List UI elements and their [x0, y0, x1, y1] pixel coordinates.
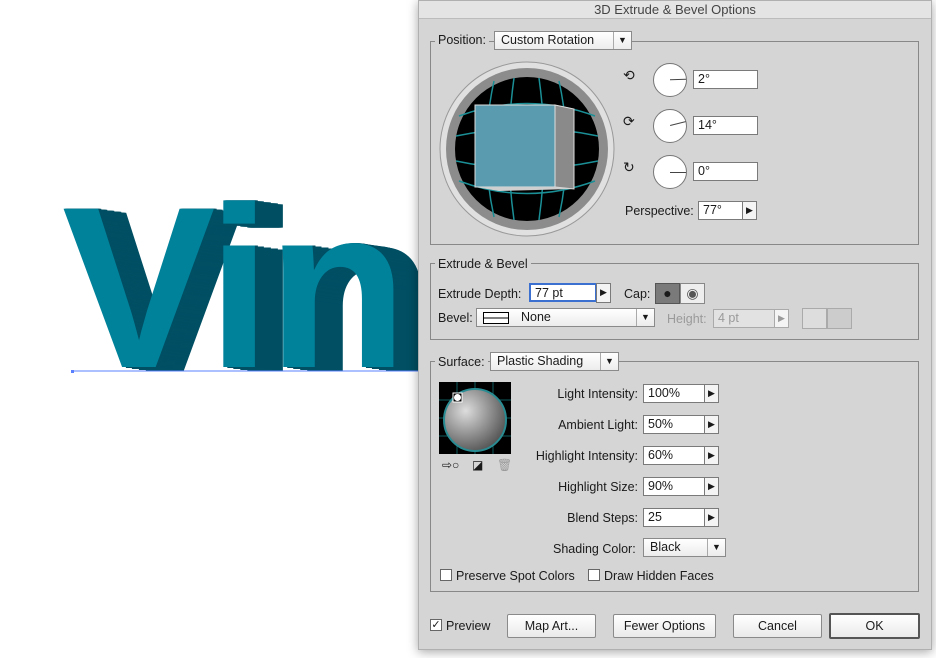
blend-steps-slider-button[interactable]: ▶ — [704, 508, 719, 527]
z-rotation-dial[interactable] — [653, 155, 687, 189]
preserve-spot-colors-checkbox[interactable] — [440, 569, 452, 581]
ok-button[interactable]: OK — [829, 613, 920, 639]
new-light-icon[interactable]: ◪ — [472, 458, 483, 472]
extrude-depth-slider-button[interactable]: ▶ — [596, 283, 611, 303]
x-axis-rotate-icon: ⟲ — [623, 67, 635, 83]
bevel-height-input[interactable]: 4 pt — [713, 309, 775, 328]
preserve-spot-colors-label: Preserve Spot Colors — [456, 569, 575, 583]
x-rotation-dial[interactable] — [653, 63, 687, 97]
y-rotation-dial[interactable] — [653, 109, 687, 143]
dialog-title: 3D Extrude & Bevel Options — [419, 1, 931, 19]
chevron-down-icon: ▼ — [636, 309, 654, 326]
bevel-label: Bevel: — [438, 311, 473, 325]
z-axis-rotate-icon: ↻ — [623, 159, 635, 175]
chevron-down-icon: ▼ — [707, 539, 725, 556]
move-light-back-icon[interactable]: ⇨○ — [442, 458, 459, 472]
chevron-down-icon: ▼ — [613, 32, 631, 49]
light-intensity-label: Light Intensity: — [557, 387, 638, 401]
height-label: Height: — [667, 312, 707, 326]
ambient-light-slider-button[interactable]: ▶ — [704, 415, 719, 434]
extrude-depth-input[interactable]: 77 pt — [529, 283, 597, 302]
cap-off-button[interactable]: ◉ — [680, 283, 705, 304]
cancel-button[interactable]: Cancel — [733, 614, 822, 638]
lighting-sphere-preview[interactable] — [439, 382, 511, 454]
extrude-bevel-heading: Extrude & Bevel — [435, 257, 531, 271]
artwork-baseline — [71, 370, 420, 373]
surface-select[interactable]: Plastic Shading ▼ — [490, 352, 619, 371]
perspective-input[interactable]: 77° — [698, 201, 743, 220]
y-axis-rotate-icon: ⟳ — [623, 113, 635, 129]
surface-label: Surface: — [435, 355, 488, 369]
extrude-bevel-dialog: 3D Extrude & Bevel Options Position: Cus… — [418, 0, 932, 650]
highlight-intensity-label: Highlight Intensity: — [535, 449, 638, 463]
perspective-label: Perspective: — [625, 204, 694, 218]
bevel-select[interactable]: None ▼ — [476, 308, 655, 327]
rotation-track-cube[interactable] — [439, 61, 615, 237]
perspective-slider-button[interactable]: ▶ — [742, 201, 757, 220]
preview-label: Preview — [446, 619, 491, 633]
fewer-options-button[interactable]: Fewer Options — [613, 614, 716, 638]
blend-steps-label: Blend Steps: — [567, 511, 638, 525]
position-select[interactable]: Custom Rotation ▼ — [494, 31, 632, 50]
shading-color-label: Shading Color: — [553, 542, 636, 556]
chevron-down-icon: ▼ — [600, 353, 618, 370]
ambient-light-input[interactable]: 50% — [643, 415, 705, 434]
highlight-intensity-input[interactable]: 60% — [643, 446, 705, 465]
light-intensity-input[interactable]: 100% — [643, 384, 705, 403]
draw-hidden-faces-checkbox[interactable] — [588, 569, 600, 581]
y-rotation-input[interactable]: 14° — [693, 116, 758, 135]
light-intensity-slider-button[interactable]: ▶ — [704, 384, 719, 403]
cap-on-button[interactable]: ● — [655, 283, 680, 304]
draw-hidden-faces-label: Draw Hidden Faces — [604, 569, 714, 583]
preview-checkbox[interactable]: ✓ — [430, 619, 442, 631]
cap-label: Cap: — [624, 287, 651, 301]
map-art-button[interactable]: Map Art... — [507, 614, 596, 638]
delete-light-icon[interactable]: 🗑 — [497, 458, 512, 472]
shading-color-select[interactable]: Black ▼ — [643, 538, 726, 557]
bevel-height-slider-button[interactable]: ▶ — [774, 309, 789, 328]
highlight-size-slider-button[interactable]: ▶ — [704, 477, 719, 496]
blend-steps-input[interactable]: 25 — [643, 508, 705, 527]
highlight-intensity-slider-button[interactable]: ▶ — [704, 446, 719, 465]
bevel-none-icon — [483, 312, 509, 324]
ambient-light-label: Ambient Light: — [558, 418, 638, 432]
z-rotation-input[interactable]: 0° — [693, 162, 758, 181]
position-label: Position: — [435, 33, 489, 47]
highlight-size-input[interactable]: 90% — [643, 477, 705, 496]
extrude-depth-label: Extrude Depth: — [438, 287, 522, 301]
x-rotation-input[interactable]: 2° — [693, 70, 758, 89]
highlight-size-label: Highlight Size: — [558, 480, 638, 494]
bevel-out-button[interactable] — [802, 308, 827, 329]
bevel-in-button[interactable] — [827, 308, 852, 329]
